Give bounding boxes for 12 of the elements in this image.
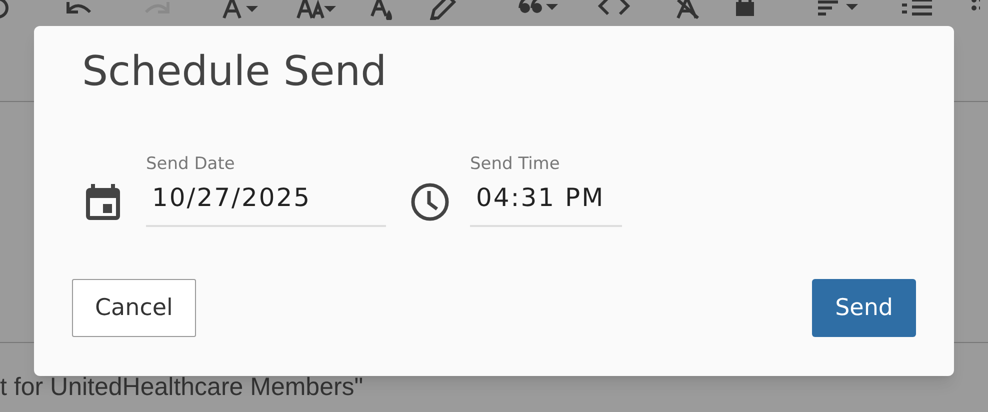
clock-icon xyxy=(410,182,450,222)
time-field[interactable]: 04:31 PM xyxy=(470,173,622,226)
cancel-button[interactable]: Cancel xyxy=(72,279,196,337)
calendar-icon xyxy=(84,182,122,222)
send-button[interactable]: Send xyxy=(812,279,916,337)
document-text: t for UnitedHealthcare Members" xyxy=(0,375,364,400)
field-label: Send Time xyxy=(470,156,561,173)
clear-format-icon[interactable] xyxy=(676,0,702,20)
highlighter-icon[interactable] xyxy=(428,0,458,20)
dialog-title: Schedule Send xyxy=(82,51,387,92)
date-field[interactable]: 10/27/2025 xyxy=(146,173,386,226)
field-label: Send Date xyxy=(146,156,236,173)
